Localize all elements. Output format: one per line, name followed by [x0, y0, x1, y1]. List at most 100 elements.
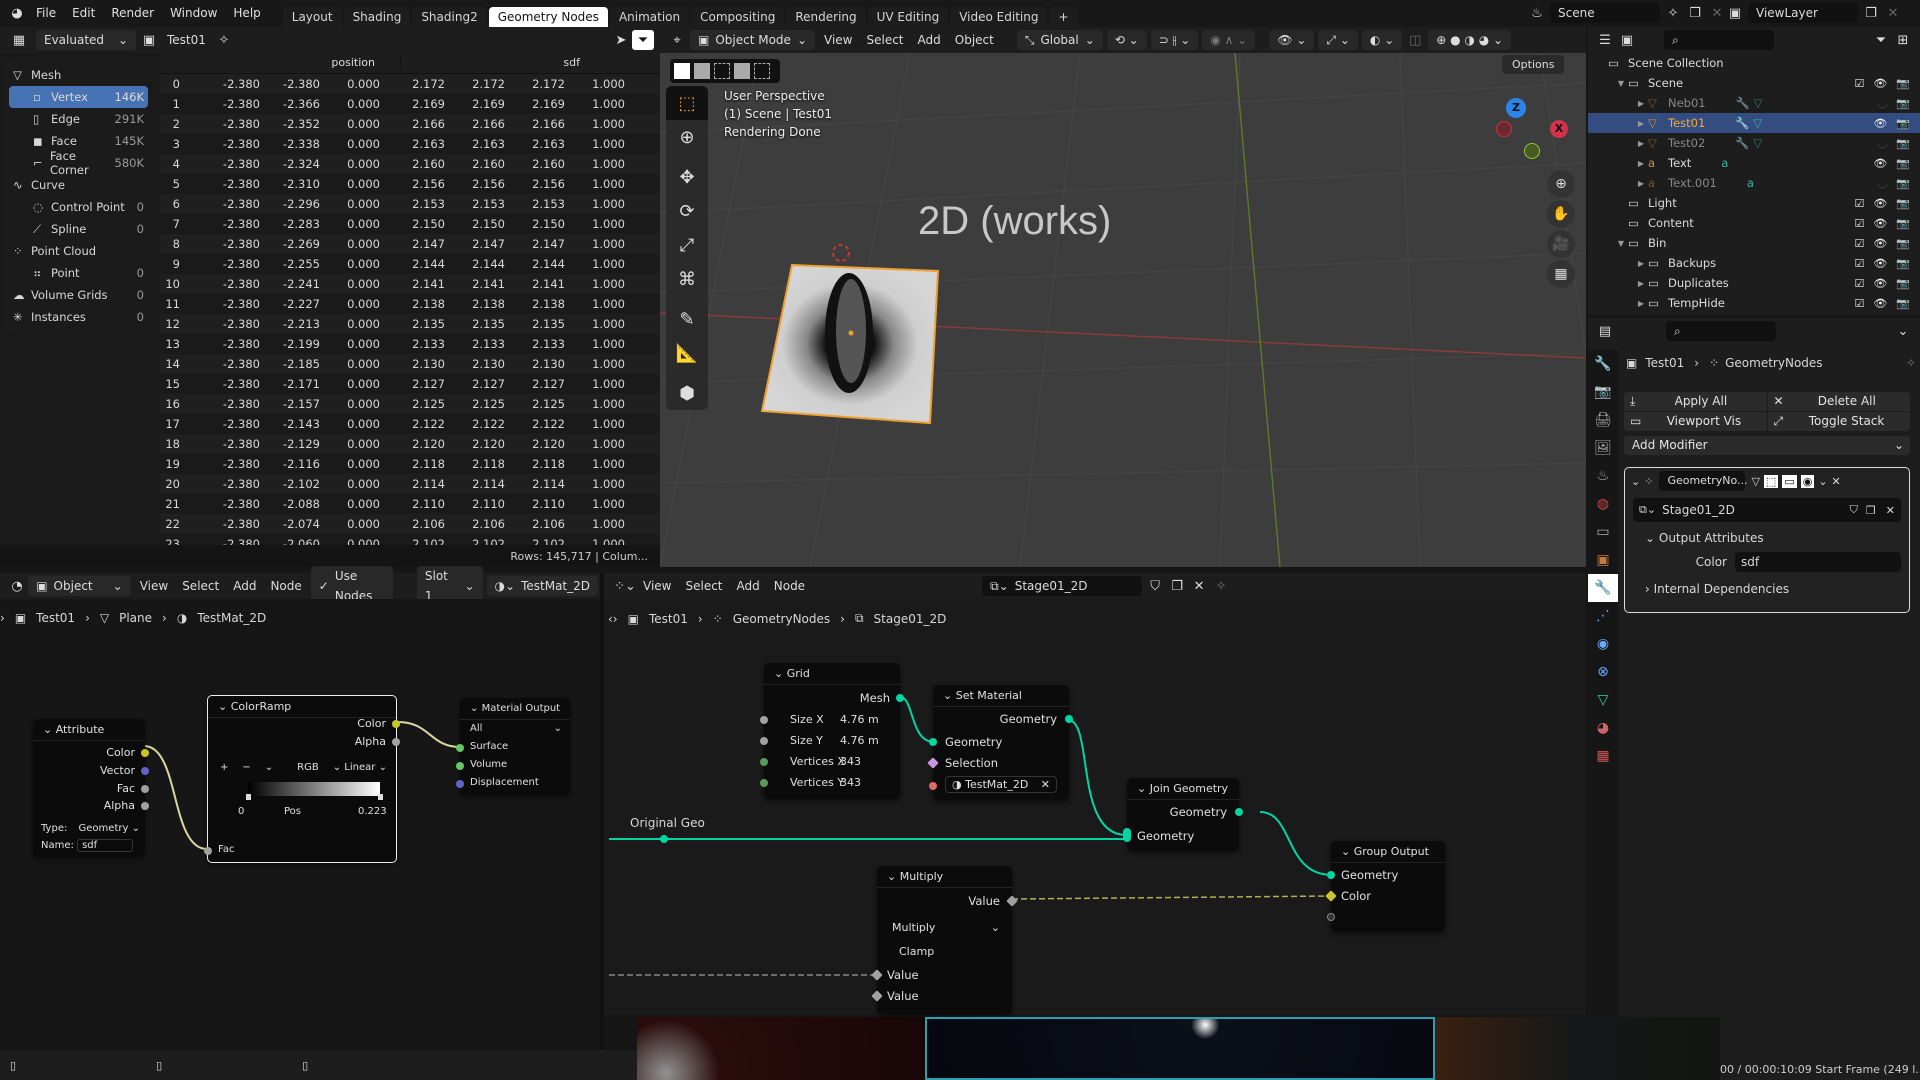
- toggle-stack-button[interactable]: ⤢ Toggle Stack: [1767, 412, 1910, 431]
- modifier-data-icons[interactable]: 🔧 ▽: [1735, 136, 1762, 150]
- input-socket-geometry-multi[interactable]: [1123, 828, 1131, 842]
- eye-icon[interactable]: 👁: [1873, 157, 1887, 170]
- editor-type-icon[interactable]: ⌖: [666, 30, 688, 50]
- select-invert-icon[interactable]: [734, 63, 750, 79]
- viewport-toggle-icon[interactable]: ▭: [1782, 474, 1797, 488]
- transform-orientation-dropdown[interactable]: ⤡ Global ⌄: [1016, 30, 1103, 50]
- exclude-checkbox[interactable]: ☑: [1854, 197, 1864, 210]
- output-socket-alpha[interactable]: [392, 738, 400, 746]
- blender-logo-icon[interactable]: ◕: [6, 4, 28, 24]
- fake-user-shield-icon[interactable]: ⛉: [1144, 576, 1166, 596]
- eye-icon[interactable]: 👁: [1873, 257, 1887, 270]
- data-tab-icon[interactable]: ▽: [1588, 686, 1618, 714]
- menu-view[interactable]: View: [133, 579, 175, 593]
- measure-tool-icon[interactable]: 📐: [666, 336, 708, 370]
- menu-select[interactable]: Select: [678, 579, 729, 593]
- duplicate-icon[interactable]: ❐: [1684, 3, 1706, 23]
- eye-icon[interactable]: ◡: [1878, 137, 1888, 150]
- attribute-name-input[interactable]: sdf: [77, 839, 134, 852]
- expand-toggle-icon[interactable]: ▶: [1588, 99, 1648, 108]
- camera-icon[interactable]: 🎥: [1547, 230, 1575, 258]
- color-mode-dropdown[interactable]: RGB: [297, 762, 319, 773]
- eye-icon[interactable]: 👁: [1873, 277, 1887, 290]
- scene-field[interactable]: Scene: [1550, 3, 1660, 23]
- tool-tab-icon[interactable]: 🔧: [1588, 350, 1618, 378]
- close-icon[interactable]: ✕: [1882, 3, 1904, 23]
- expand-toggle-icon[interactable]: ▶: [1588, 299, 1648, 308]
- menu-help[interactable]: Help: [225, 0, 268, 27]
- scene-tab-icon[interactable]: ♨: [1588, 462, 1618, 490]
- input-socket-displacement[interactable]: [456, 780, 464, 788]
- menu-render[interactable]: Render: [103, 0, 162, 27]
- material-selector[interactable]: ◑⌄ TestMat_2D: [486, 576, 598, 596]
- select-box-tool-icon[interactable]: ⬚: [666, 86, 708, 120]
- exclude-checkbox[interactable]: ☑: [1854, 217, 1864, 230]
- select-extend-icon[interactable]: [694, 63, 710, 79]
- eye-icon[interactable]: 👁: [1873, 197, 1887, 210]
- set-material-node[interactable]: ⌄ Set Material Geometry Geometry Selecti…: [927, 685, 1073, 800]
- expand-toggle-icon[interactable]: ▶: [1588, 159, 1648, 168]
- render-camera-icon[interactable]: 📷: [1896, 257, 1910, 270]
- join-geometry-node[interactable]: ⌄ Join Geometry Geometry Geometry: [1123, 778, 1243, 851]
- domain-item-edge[interactable]: ▯ Edge 291K: [9, 108, 148, 130]
- tab-layout[interactable]: Layout: [282, 7, 342, 27]
- add-cube-tool-icon[interactable]: ⬢: [666, 376, 708, 410]
- outliner-item-scene[interactable]: ▼ ▭ Scene ☑ 👁 📷: [1588, 73, 1920, 93]
- visibility-dropdown[interactable]: 👁 ⌄: [1269, 30, 1315, 50]
- modifier-tab-icon[interactable]: 🔧: [1588, 574, 1618, 602]
- shader-type-dropdown[interactable]: ▣ Object ⌄: [28, 576, 131, 596]
- ramp-menu-chevron-icon[interactable]: ⌄: [265, 762, 273, 773]
- grid-node[interactable]: ⌄ Grid Mesh Size X 4.76 m Size Y 4.76 m Vert…: [760, 663, 904, 799]
- attribute-node[interactable]: ⌄ Attribute Color Vector Fac Alpha Type:…: [33, 719, 149, 857]
- expand-toggle-icon[interactable]: ▼: [1588, 239, 1628, 248]
- input-socket-material[interactable]: [929, 782, 937, 790]
- output-socket-fac[interactable]: [141, 785, 149, 793]
- outliner-search-input[interactable]: ⌕: [1664, 30, 1774, 50]
- domain-item-curve[interactable]: ∿ Curve: [9, 174, 148, 196]
- sequencer-strip-1[interactable]: [637, 1017, 927, 1080]
- menu-add[interactable]: Add: [730, 579, 767, 593]
- proportional-edit-dropdown[interactable]: ◉ ∧ ⌄: [1202, 30, 1256, 50]
- expand-toggle-icon[interactable]: ▶: [1588, 279, 1648, 288]
- expand-toggle-icon[interactable]: ▶: [1588, 179, 1648, 188]
- group-output-node[interactable]: ⌄ Group Output Geometry Color: [1325, 841, 1445, 932]
- options-chevron-icon[interactable]: ⌄: [1892, 321, 1914, 341]
- outliner-item-duplicates[interactable]: ▶ ▭ Duplicates ☑ 👁 📷: [1588, 273, 1920, 293]
- eye-icon[interactable]: 👁: [1873, 237, 1887, 250]
- material-output-node[interactable]: ⌄ Material Output All ⌄ Surface Volume Di…: [456, 698, 570, 795]
- internal-dependencies-subpanel[interactable]: › Internal Dependencies: [1625, 574, 1909, 602]
- menu-node[interactable]: Node: [263, 579, 308, 593]
- editor-type-icon[interactable]: ▤: [1594, 321, 1616, 341]
- selection-mode-buttons[interactable]: [670, 59, 780, 83]
- zoom-icon[interactable]: ⊕: [1547, 170, 1575, 198]
- editor-type-icon[interactable]: ⁘⌄: [614, 576, 636, 596]
- perspective-grid-icon[interactable]: ▦: [1547, 260, 1575, 288]
- type-dropdown[interactable]: Geometry: [79, 823, 129, 834]
- tab-geometry-nodes[interactable]: Geometry Nodes: [488, 7, 608, 27]
- editor-type-icon[interactable]: ▦: [8, 30, 30, 50]
- domain-item-volume-grids[interactable]: ☁ Volume Grids 0: [9, 284, 148, 306]
- modifier-name-field[interactable]: GeometryNo...: [1659, 471, 1748, 491]
- color-stop-black[interactable]: [246, 794, 251, 800]
- grid-input-value[interactable]: 343: [840, 755, 861, 768]
- input-socket-size-x[interactable]: [760, 716, 768, 724]
- domain-item-spline[interactable]: ⟋ Spline 0: [9, 218, 148, 240]
- column-position[interactable]: position: [160, 56, 400, 69]
- sequencer-strip-3[interactable]: [1435, 1017, 1720, 1080]
- render-camera-icon[interactable]: 📷: [1896, 117, 1910, 130]
- remove-stop-button[interactable]: −: [242, 762, 250, 773]
- output-attributes-subpanel[interactable]: ⌄ Output Attributes: [1625, 526, 1909, 550]
- exclude-checkbox[interactable]: ☑: [1854, 257, 1864, 270]
- modifier-data-icons[interactable]: 🔧 ▽: [1735, 116, 1762, 130]
- duplicate-icon[interactable]: ❐: [1862, 504, 1880, 517]
- cage-toggle-icon[interactable]: ⬚: [1763, 474, 1779, 488]
- filter-icon[interactable]: ⏷: [632, 30, 654, 50]
- mode-dropdown[interactable]: ▣ Object Mode ⌄: [690, 30, 815, 50]
- menu-edit[interactable]: Edit: [64, 0, 103, 27]
- input-socket-size-y[interactable]: [760, 737, 768, 745]
- active-stop-index[interactable]: 0: [238, 806, 244, 817]
- render-camera-icon[interactable]: 📷: [1896, 217, 1910, 230]
- pin-icon[interactable]: ✧: [1210, 576, 1232, 596]
- outliner-item-scene-collection[interactable]: ▭ Scene Collection: [1588, 53, 1920, 73]
- move-tool-icon[interactable]: ✥: [666, 160, 708, 194]
